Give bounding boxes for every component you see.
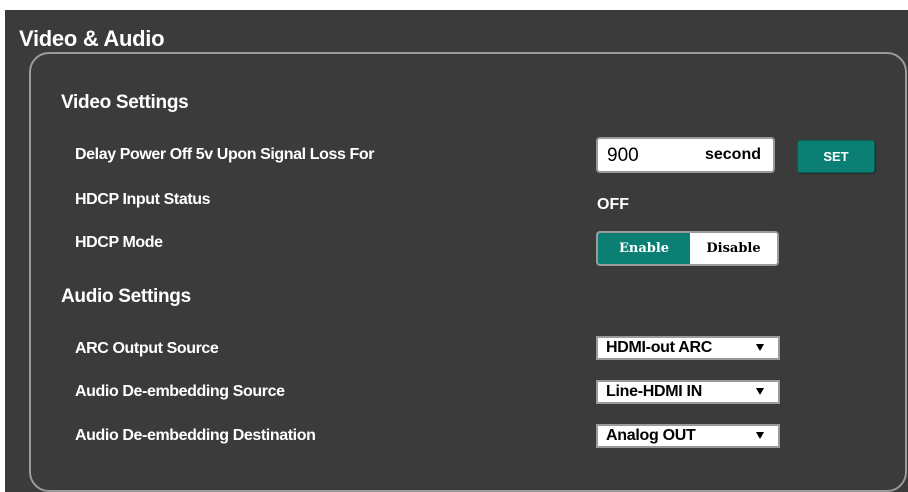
video-settings-heading: Video Settings: [61, 92, 189, 113]
de-embedding-destination-select[interactable]: Analog OUT: [596, 424, 780, 448]
arc-output-source-label: ARC Output Source: [75, 340, 219, 357]
dropdown-arrow-icon: [756, 388, 764, 395]
video-audio-page: Video & Audio Video Settings Delay Power…: [5, 10, 908, 492]
delay-power-off-label: Delay Power Off 5v Upon Signal Loss For: [75, 146, 375, 163]
hdcp-mode-toggle: Enable Disable: [596, 231, 779, 266]
arc-output-source-value: HDMI-out ARC: [606, 339, 713, 356]
hdcp-input-status-label: HDCP Input Status: [75, 191, 211, 208]
de-embedding-destination-value: Analog OUT: [606, 427, 696, 444]
hdcp-disable-button[interactable]: Disable: [690, 233, 777, 264]
de-embedding-source-value: Line-HDMI IN: [606, 383, 702, 400]
delay-seconds-input[interactable]: [607, 144, 687, 168]
set-delay-button[interactable]: SET: [797, 140, 875, 173]
de-embedding-source-select[interactable]: Line-HDMI IN: [596, 380, 780, 404]
dropdown-arrow-icon: [756, 344, 764, 351]
de-embedding-destination-label: Audio De-embedding Destination: [75, 427, 316, 444]
dropdown-arrow-icon: [756, 432, 764, 439]
arc-output-source-select[interactable]: HDMI-out ARC: [596, 336, 780, 360]
hdcp-mode-label: HDCP Mode: [75, 234, 163, 251]
page-title: Video & Audio: [19, 26, 165, 51]
delay-power-off-field: second: [596, 137, 775, 173]
hdcp-enable-button[interactable]: Enable: [598, 233, 690, 264]
audio-settings-heading: Audio Settings: [61, 286, 191, 307]
delay-unit-label: second: [704, 146, 761, 163]
de-embedding-source-label: Audio De-embedding Source: [75, 383, 285, 400]
hdcp-input-status-value: OFF: [597, 196, 629, 213]
